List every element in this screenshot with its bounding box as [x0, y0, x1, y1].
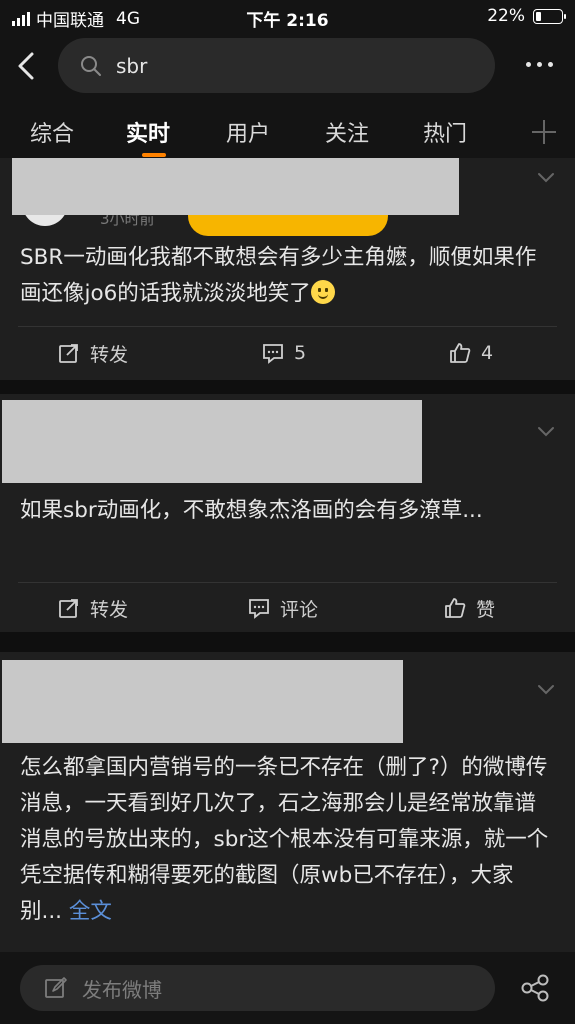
comment-label: 评论 — [280, 598, 319, 621]
post-card[interactable]: 如果sbr动画化，不敢想象杰洛画的会有多潦草... 转发 评论 赞 — [0, 394, 575, 632]
post-text[interactable]: 怎么都拿国内营销号的一条已不存在（删了?）的微博传消息，一天看到好几次了，石之海… — [20, 750, 553, 930]
repost-button[interactable]: 转发 — [58, 328, 128, 378]
thumbs-up-icon — [450, 343, 471, 363]
thumbs-up-icon — [445, 598, 466, 618]
search-bar[interactable] — [58, 38, 495, 93]
battery-percent: 22% — [487, 6, 525, 26]
post-feed: 3小时前 SBR一动画化我都不敢想会有多少主角嬷，顺便如果作画还像jo6的话我就… — [0, 158, 575, 962]
search-header — [0, 34, 575, 98]
tab-following[interactable]: 关注 — [325, 116, 369, 148]
post-card[interactable]: 怎么都拿国内营销号的一条已不存在（删了?）的微博传消息，一天看到好几次了，石之海… — [0, 652, 575, 962]
repost-label: 转发 — [90, 598, 129, 621]
edit-icon — [45, 977, 67, 998]
tab-comprehensive[interactable]: 综合 — [30, 116, 74, 148]
redacted-user-info — [2, 400, 422, 483]
active-tab-indicator — [142, 153, 166, 157]
read-more-link[interactable]: 全文 — [69, 899, 112, 924]
chevron-down-icon[interactable] — [537, 684, 555, 696]
smile-emoji-icon — [310, 280, 335, 304]
tab-hot[interactable]: 热门 — [423, 116, 467, 148]
redacted-user-info — [2, 660, 403, 743]
search-input[interactable] — [116, 53, 456, 78]
comment-button[interactable]: 5 — [262, 328, 306, 378]
post-body: SBR一动画化我都不敢想会有多少主角嬷，顺便如果作画还像jo6的话我就淡淡地笑了 — [20, 245, 537, 306]
post-card[interactable]: 3小时前 SBR一动画化我都不敢想会有多少主角嬷，顺便如果作画还像jo6的话我就… — [0, 158, 575, 380]
comment-button[interactable]: 评论 — [248, 583, 318, 633]
divider — [18, 326, 557, 327]
post-text[interactable]: 如果sbr动画化，不敢想象杰洛画的会有多潦草... — [20, 493, 553, 529]
redacted-user-info — [12, 158, 459, 215]
share-icon[interactable] — [520, 974, 550, 1002]
like-button[interactable]: 4 — [449, 328, 493, 378]
chevron-down-icon[interactable] — [537, 172, 555, 184]
post-text[interactable]: SBR一动画化我都不敢想会有多少主角嬷，顺便如果作画还像jo6的话我就淡淡地笑了 — [20, 240, 553, 312]
repost-icon — [59, 344, 78, 363]
like-count: 4 — [481, 342, 494, 364]
search-icon — [81, 55, 101, 76]
status-bar: 中国联通 4G 下午 2:16 22% — [0, 0, 575, 34]
like-button[interactable]: 赞 — [444, 583, 495, 633]
post-actions: 转发 5 4 — [0, 328, 575, 378]
comment-count: 5 — [294, 342, 307, 364]
post-actions: 转发 评论 赞 — [0, 583, 575, 633]
more-options-icon[interactable] — [526, 62, 553, 67]
compose-placeholder: 发布微博 — [82, 977, 162, 1002]
comment-icon — [263, 344, 283, 364]
comment-icon — [249, 599, 269, 619]
search-tabs: 综合 实时 用户 关注 热门 — [0, 98, 575, 158]
compose-button[interactable]: 发布微博 — [20, 965, 495, 1011]
repost-icon — [59, 599, 78, 618]
repost-button[interactable]: 转发 — [58, 583, 128, 633]
status-right: 22% — [487, 6, 566, 26]
like-label: 赞 — [476, 598, 496, 621]
tab-realtime[interactable]: 实时 — [126, 116, 170, 148]
battery-icon — [533, 8, 566, 24]
add-tab-icon[interactable] — [532, 120, 556, 144]
back-arrow-icon[interactable] — [14, 50, 42, 82]
repost-label: 转发 — [90, 343, 129, 366]
chevron-down-icon[interactable] — [537, 426, 555, 438]
tab-users[interactable]: 用户 — [226, 116, 270, 148]
bottom-bar: 发布微博 — [0, 952, 575, 1024]
